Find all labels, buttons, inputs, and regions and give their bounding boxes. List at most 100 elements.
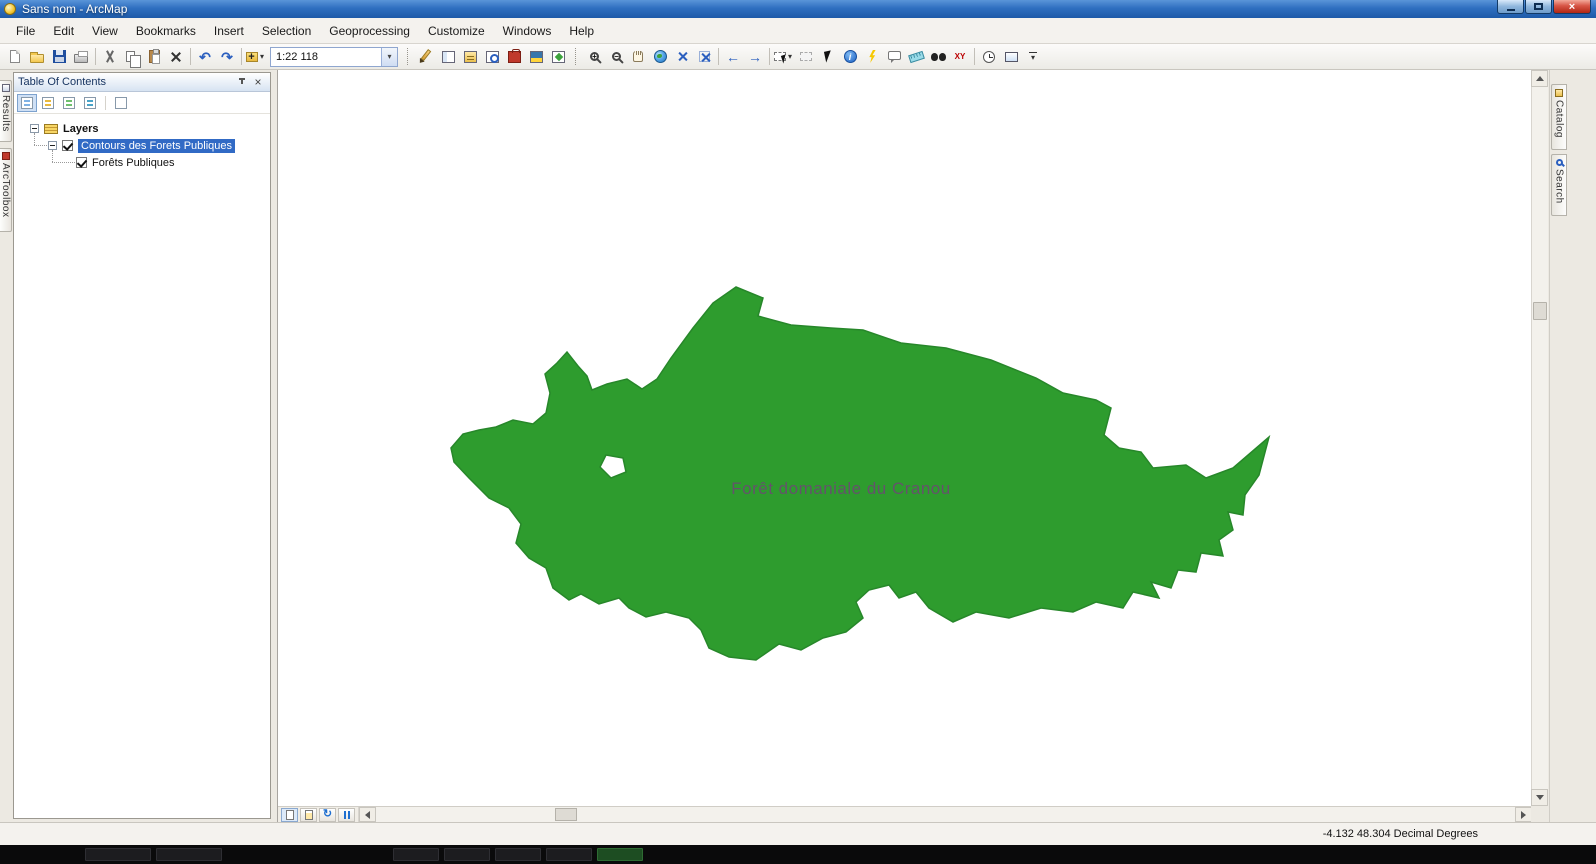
menu-help[interactable]: Help [560, 20, 603, 42]
list-by-selection-button[interactable] [80, 94, 100, 112]
menu-file[interactable]: File [7, 20, 44, 42]
tree-row-layers[interactable]: Layers [14, 120, 270, 137]
menu-customize[interactable]: Customize [419, 20, 494, 42]
scroll-left-button[interactable] [359, 807, 376, 822]
cut-button[interactable] [99, 46, 121, 68]
hyperlink-lightning-icon [868, 50, 877, 63]
print-button[interactable] [70, 46, 92, 68]
time-slider-button[interactable] [978, 46, 1000, 68]
save-button[interactable] [48, 46, 70, 68]
vertical-scroll-thumb[interactable] [1533, 302, 1547, 320]
fixed-zoom-in-button[interactable] [671, 46, 693, 68]
scroll-right-button[interactable] [1515, 807, 1532, 822]
taskbar-item[interactable] [156, 848, 222, 861]
menu-windows[interactable]: Windows [494, 20, 561, 42]
tab-arctoolbox[interactable]: ArcToolbox [0, 148, 12, 232]
scroll-up-button[interactable] [1531, 70, 1548, 87]
pause-drawing-button[interactable] [338, 808, 355, 822]
toolbar-overflow-button[interactable]: ▾ [1022, 46, 1044, 68]
html-popup-button[interactable] [883, 46, 905, 68]
find-button[interactable] [927, 46, 949, 68]
redo-button[interactable]: ↷ [216, 46, 238, 68]
table-of-contents-window-button[interactable] [437, 46, 459, 68]
tab-results[interactable]: Results [0, 80, 12, 142]
zoom-out-button[interactable]: − [605, 46, 627, 68]
select-elements-button[interactable] [817, 46, 839, 68]
sublayer-label[interactable]: Forêts Publiques [92, 157, 175, 169]
menu-selection[interactable]: Selection [253, 20, 320, 42]
sublayer-checkbox[interactable] [76, 157, 87, 168]
tab-search[interactable]: Search [1551, 154, 1567, 216]
layer-checkbox[interactable] [62, 140, 73, 151]
full-extent-button[interactable] [649, 46, 671, 68]
horizontal-scrollbar[interactable] [358, 807, 1532, 822]
clear-selection-button[interactable] [795, 46, 817, 68]
menu-view[interactable]: View [83, 20, 127, 42]
paste-button[interactable] [143, 46, 165, 68]
copy-button[interactable] [121, 46, 143, 68]
go-forward-extent-button[interactable]: → [744, 46, 766, 68]
menu-bookmarks[interactable]: Bookmarks [127, 20, 205, 42]
list-by-source-button[interactable] [38, 94, 58, 112]
delete-button[interactable] [165, 46, 187, 68]
undo-button[interactable]: ↶ [194, 46, 216, 68]
python-window-button[interactable] [525, 46, 547, 68]
layers-root-label[interactable]: Layers [63, 123, 98, 135]
menu-geoprocessing[interactable]: Geoprocessing [320, 20, 419, 42]
selected-layer-label[interactable]: Contours des Forets Publiques [78, 139, 235, 153]
search-window-button[interactable] [481, 46, 503, 68]
minimize-button[interactable] [1497, 0, 1524, 14]
data-view-button[interactable] [281, 808, 298, 822]
map-svg[interactable]: Forêt domaniale du Cranou [278, 70, 1532, 806]
add-data-dropdown-icon[interactable]: ▾ [258, 52, 267, 61]
viewer-window-button[interactable] [1000, 46, 1022, 68]
taskbar-item[interactable] [495, 848, 541, 861]
list-by-drawing-order-button[interactable] [17, 94, 37, 112]
toc-pin-button[interactable] [234, 75, 250, 90]
identify-button[interactable]: i [839, 46, 861, 68]
forest-polygon[interactable] [451, 287, 1269, 660]
modelbuilder-button[interactable] [547, 46, 569, 68]
add-data-button[interactable]: ▾ [245, 46, 267, 68]
new-document-button[interactable] [4, 46, 26, 68]
catalog-window-button[interactable] [459, 46, 481, 68]
refresh-view-button[interactable]: ↻ [319, 808, 336, 822]
toolbar-separator [974, 48, 975, 65]
scale-dropdown-icon[interactable]: ▾ [381, 48, 397, 66]
go-to-xy-button[interactable]: XY [949, 46, 971, 68]
map-canvas[interactable]: Forêt domaniale du Cranou [278, 70, 1532, 806]
select-features-button[interactable]: ▾ [773, 46, 795, 68]
toc-options-button[interactable] [111, 94, 131, 112]
tab-catalog[interactable]: Catalog [1551, 84, 1567, 150]
menu-edit[interactable]: Edit [44, 20, 83, 42]
taskbar-item[interactable] [393, 848, 439, 861]
horizontal-scroll-thumb[interactable] [555, 808, 577, 821]
taskbar-item[interactable] [85, 848, 151, 861]
editor-toolbar-button[interactable] [415, 46, 437, 68]
measure-button[interactable] [905, 46, 927, 68]
go-back-extent-button[interactable]: ← [722, 46, 744, 68]
taskbar-item[interactable] [444, 848, 490, 861]
toolbar-grip[interactable] [407, 48, 411, 65]
close-button[interactable]: × [1553, 0, 1591, 14]
taskbar-item[interactable] [546, 848, 592, 861]
toc-close-button[interactable]: × [250, 75, 266, 90]
maximize-button[interactable] [1525, 0, 1552, 14]
list-by-visibility-button[interactable] [59, 94, 79, 112]
open-button[interactable] [26, 46, 48, 68]
menu-insert[interactable]: Insert [205, 20, 253, 42]
pan-button[interactable] [627, 46, 649, 68]
layout-view-button[interactable] [300, 808, 317, 822]
collapse-expander-icon[interactable] [30, 124, 39, 133]
arctoolbox-window-button[interactable] [503, 46, 525, 68]
new-document-icon [10, 50, 20, 63]
scale-combobox[interactable]: 1:22 118 ▾ [270, 47, 398, 67]
zoom-in-button[interactable]: + [583, 46, 605, 68]
toolbar-grip[interactable] [575, 48, 579, 65]
taskbar-item[interactable] [597, 848, 643, 861]
vertical-scrollbar[interactable] [1531, 70, 1548, 806]
collapse-expander-icon[interactable] [48, 141, 57, 150]
scroll-down-button[interactable] [1531, 789, 1548, 806]
fixed-zoom-out-button[interactable] [693, 46, 715, 68]
hyperlink-button[interactable] [861, 46, 883, 68]
